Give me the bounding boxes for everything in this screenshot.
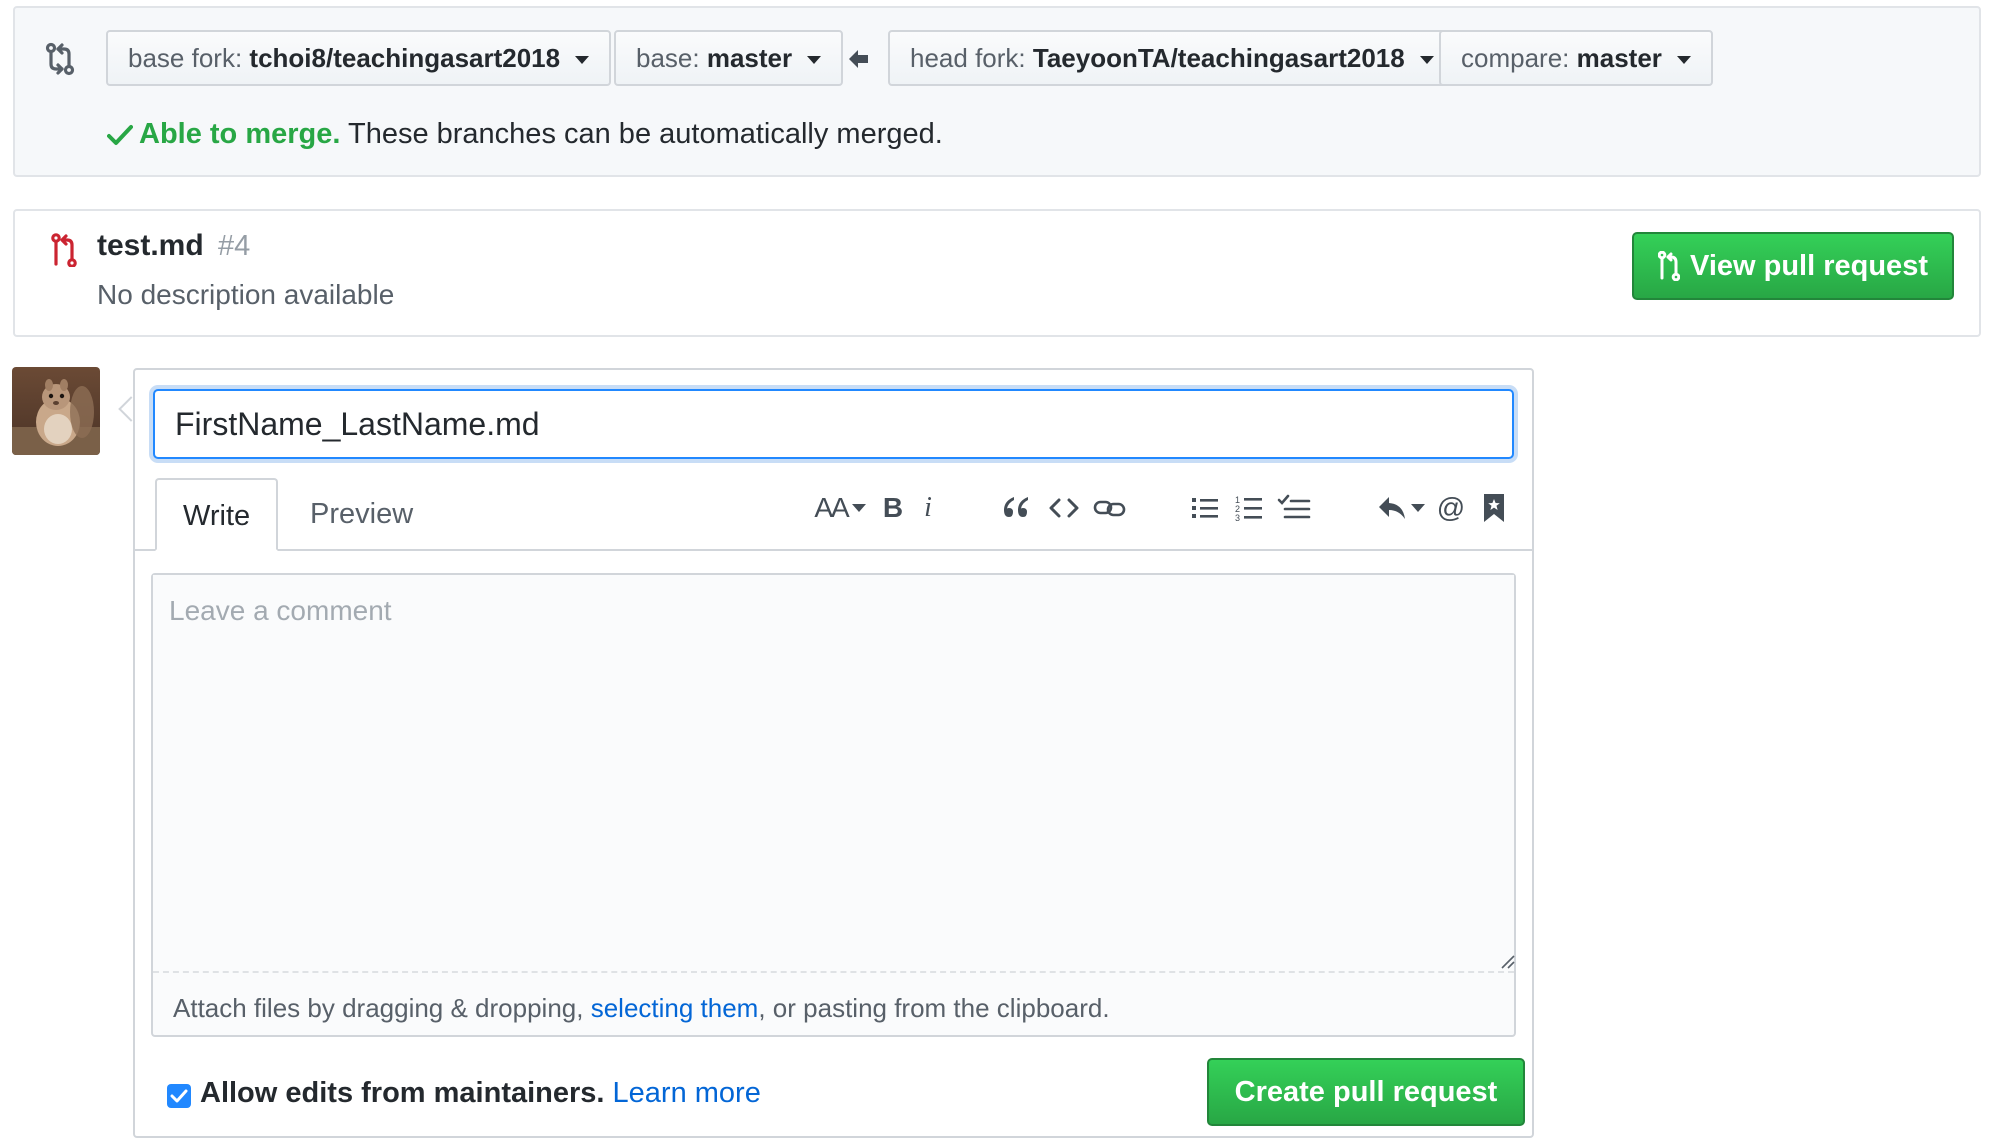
- chevron-down-icon: [575, 56, 590, 65]
- comment-editor: Attach files by dragging & dropping, sel…: [151, 573, 1516, 1037]
- link-tool[interactable]: [1092, 486, 1128, 530]
- italic-tool[interactable]: i: [915, 486, 941, 530]
- tab-write[interactable]: Write: [155, 478, 279, 551]
- merge-ok-text: Able to merge.: [139, 118, 341, 150]
- base-fork-value: tchoi8/teachingasart2018: [249, 43, 561, 73]
- create-pull-request-button[interactable]: Create pull request: [1207, 1058, 1525, 1126]
- view-pull-request-label: View pull request: [1690, 249, 1928, 282]
- select-files-link[interactable]: selecting them: [591, 993, 759, 1023]
- header-tool[interactable]: AA: [812, 486, 868, 530]
- code-icon: [1049, 497, 1079, 519]
- chevron-down-icon: [1677, 56, 1692, 65]
- base-fork-label: base fork:: [128, 43, 243, 73]
- bold-tool[interactable]: B: [878, 486, 908, 530]
- head-fork-label: head fork:: [910, 43, 1026, 73]
- arrow-left-icon: [848, 48, 870, 70]
- check-icon: [107, 124, 133, 146]
- compare-range-panel: base fork: tchoi8/teachingasart2018 base…: [13, 6, 1981, 177]
- base-branch-select[interactable]: base: master: [614, 30, 844, 86]
- attach-files-hint: Attach files by dragging & dropping, sel…: [173, 993, 1110, 1024]
- resize-handle-icon[interactable]: [1501, 955, 1515, 969]
- compare-branch-value: master: [1576, 43, 1662, 73]
- merge-detail-text: These branches can be automatically merg…: [347, 118, 943, 150]
- ordered-list-tool[interactable]: 123: [1234, 486, 1264, 530]
- text-size-icon: AA: [814, 492, 849, 523]
- ordered-list-icon: 123: [1235, 494, 1263, 522]
- allow-edits-checkbox[interactable]: [167, 1084, 191, 1108]
- pr-title-input[interactable]: [153, 389, 1514, 459]
- svg-text:3: 3: [1235, 513, 1240, 522]
- base-branch-label: base:: [636, 43, 700, 73]
- chevron-down-icon: [851, 504, 866, 512]
- reply-icon: [1377, 495, 1407, 521]
- unordered-list-icon: [1191, 495, 1219, 521]
- task-list-tool[interactable]: [1276, 486, 1312, 530]
- allow-edits-text: Allow edits from maintainers.: [200, 1077, 605, 1109]
- compare-branch-label: compare:: [1461, 43, 1570, 73]
- unordered-list-tool[interactable]: [1190, 486, 1220, 530]
- pr-description: No description available: [97, 279, 395, 310]
- task-list-icon: [1277, 494, 1311, 522]
- base-branch-value: master: [706, 43, 793, 73]
- chevron-down-icon: [807, 56, 822, 65]
- pr-title[interactable]: test.md: [97, 229, 204, 263]
- bold-icon: B: [882, 492, 904, 523]
- learn-more-link[interactable]: Learn more: [613, 1077, 761, 1109]
- link-icon: [1093, 496, 1127, 520]
- mention-tool[interactable]: @: [1434, 486, 1468, 530]
- code-tool[interactable]: [1048, 486, 1080, 530]
- bookmark-icon: [1483, 493, 1505, 523]
- tab-preview[interactable]: Preview: [284, 478, 439, 551]
- quote-icon: [1002, 495, 1030, 521]
- saved-replies-tool[interactable]: [1480, 486, 1508, 530]
- allow-edits-label: Allow edits from maintainers. Learn more: [200, 1077, 761, 1110]
- head-fork-select[interactable]: head fork: TaeyoonTA/teachingasart2018: [888, 30, 1456, 86]
- view-pull-request-button[interactable]: View pull request: [1632, 232, 1954, 300]
- reply-tool[interactable]: [1376, 486, 1426, 530]
- head-fork-value: TaeyoonTA/teachingasart2018: [1032, 43, 1405, 73]
- merge-status: Able to merge. These branches can be aut…: [107, 118, 943, 151]
- git-pull-request-icon: [1658, 251, 1680, 281]
- git-pull-request-icon: [51, 233, 77, 267]
- avatar[interactable]: [12, 367, 100, 455]
- attach-suffix: , or pasting from the clipboard.: [758, 993, 1110, 1023]
- chevron-down-icon: [1419, 56, 1434, 65]
- existing-pull-request: test.md #4 No description available View…: [13, 209, 1981, 337]
- compare-branch-select[interactable]: compare: master: [1439, 30, 1714, 86]
- attach-prefix: Attach files by dragging & dropping,: [173, 993, 591, 1023]
- italic-icon: i: [924, 492, 932, 523]
- chevron-down-icon: [1411, 504, 1425, 512]
- quote-tool[interactable]: [1000, 486, 1032, 530]
- base-fork-select[interactable]: base fork: tchoi8/teachingasart2018: [106, 30, 612, 86]
- pr-number: #4: [218, 230, 251, 262]
- comment-textarea[interactable]: [153, 575, 1514, 973]
- mention-icon: @: [1436, 492, 1466, 523]
- git-compare-icon: [45, 42, 75, 76]
